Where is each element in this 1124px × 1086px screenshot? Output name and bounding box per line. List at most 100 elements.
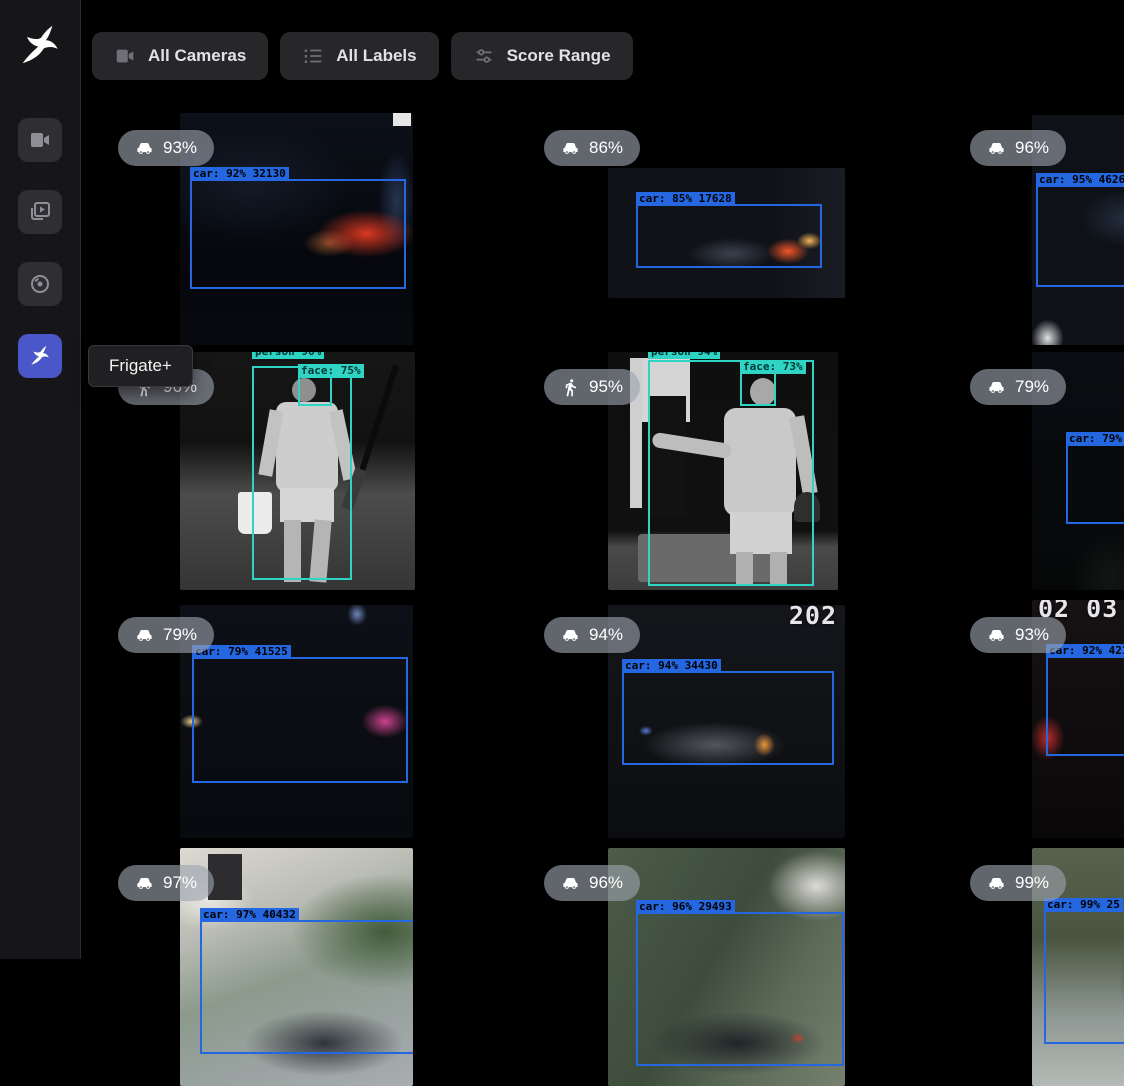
frigate-bird-icon	[28, 344, 52, 368]
score-text: 96%	[589, 873, 623, 893]
detection-cell[interactable]: car: 96% 29493 96%	[522, 848, 934, 1086]
camera-icon	[28, 128, 52, 152]
score-text: 86%	[589, 138, 623, 158]
score-text: 96%	[1015, 138, 1049, 158]
detection-cell[interactable]: car: 79% 41525 79%	[96, 600, 508, 838]
detection-thumbnail[interactable]: car: 97% 40432	[180, 848, 413, 1086]
detection-cell[interactable]: car: 85% 17628 86%	[522, 113, 934, 351]
clipped-bbox-label: person 96%	[252, 352, 324, 359]
detection-cell[interactable]: car: 92% 32130 93%	[96, 113, 508, 351]
frigate-plus-tooltip: Frigate+	[88, 345, 193, 387]
car-bounding-box: car: 92% 4218	[1046, 656, 1124, 756]
labels-list-icon	[302, 45, 324, 67]
car-icon	[135, 874, 154, 893]
detection-thumbnail[interactable]: 202 car: 94% 34430	[608, 605, 845, 838]
camera-icon	[114, 45, 136, 67]
car-icon	[987, 378, 1006, 397]
filter-toolbar: All Cameras All Labels Score Range	[92, 32, 633, 80]
sliders-icon	[473, 45, 495, 67]
all-labels-button[interactable]: All Labels	[280, 32, 438, 80]
export-disc-icon	[28, 272, 52, 296]
tooltip-text: Frigate+	[109, 356, 172, 375]
car-bounding-box: car: 97% 40432	[200, 920, 413, 1054]
score-badge: 96%	[544, 865, 640, 901]
detection-cell[interactable]: car: 99% 25 99%	[948, 848, 1124, 1086]
face-bounding-box: face: 73%	[740, 372, 776, 406]
bbox-label: car: 96% 29493	[636, 900, 735, 914]
frigate-logo	[16, 22, 64, 70]
detection-thumbnail[interactable]: car: 85% 17628	[608, 168, 845, 298]
score-range-button[interactable]: Score Range	[451, 32, 633, 80]
score-badge: 99%	[970, 865, 1066, 901]
car-bounding-box: car: 95% 46260	[1036, 185, 1124, 287]
score-text: 93%	[1015, 625, 1049, 645]
face-label: face: 73%	[740, 360, 806, 374]
car-bounding-box: car: 99% 25	[1044, 910, 1124, 1044]
all-cameras-button[interactable]: All Cameras	[92, 32, 268, 80]
score-badge: 94%	[544, 617, 640, 653]
score-text: 97%	[163, 873, 197, 893]
detection-cell[interactable]: car: 97% 40432 97%	[96, 848, 508, 1086]
detection-cell[interactable]: car: 79% 79%	[948, 352, 1124, 590]
detection-thumbnail[interactable]: car: 92% 32130	[180, 113, 413, 345]
score-text: 79%	[163, 625, 197, 645]
person-icon	[561, 378, 580, 397]
bbox-label: car: 79%	[1066, 432, 1124, 446]
bbox-label: car: 85% 17628	[636, 192, 735, 206]
bbox-label: car: 99% 25	[1044, 898, 1123, 912]
score-badge: 79%	[118, 617, 214, 653]
car-icon	[135, 626, 154, 645]
score-badge: 86%	[544, 130, 640, 166]
car-bounding-box: car: 94% 34430	[622, 671, 834, 765]
car-bounding-box: car: 92% 32130	[190, 179, 406, 289]
car-icon	[561, 874, 580, 893]
sidebar-item-review[interactable]	[18, 190, 62, 234]
all-labels-label: All Labels	[336, 46, 416, 66]
score-text: 94%	[589, 625, 623, 645]
detection-thumbnail[interactable]: person 94% face: 73%	[608, 352, 838, 590]
car-icon	[135, 139, 154, 158]
person-bounding-box	[648, 360, 814, 586]
face-label: face: 75%	[298, 364, 364, 378]
car-icon	[561, 139, 580, 158]
face-bounding-box: face: 75%	[298, 376, 332, 406]
score-badge: 95%	[544, 369, 640, 405]
score-text: 79%	[1015, 377, 1049, 397]
detection-cell[interactable]: person 94% face: 73% 95%	[522, 352, 934, 590]
sidebar-item-frigate-plus[interactable]	[18, 334, 62, 378]
car-icon	[987, 874, 1006, 893]
detection-thumbnail[interactable]: person 96% face: 75%	[180, 352, 415, 590]
car-icon	[987, 139, 1006, 158]
sidebar-item-export[interactable]	[18, 262, 62, 306]
score-badge: 93%	[970, 617, 1066, 653]
score-text: 99%	[1015, 873, 1049, 893]
bbox-label: car: 92% 32130	[190, 167, 289, 181]
sidebar	[0, 0, 81, 959]
clipped-bbox-label: person 94%	[648, 352, 720, 359]
detection-cell[interactable]: 02 03 car: 92% 4218 93%	[948, 600, 1124, 838]
osd-timestamp: 202	[789, 605, 837, 630]
car-bounding-box: car: 79%	[1066, 444, 1124, 524]
car-bounding-box: car: 79% 41525	[192, 657, 408, 783]
score-badge: 96%	[970, 130, 1066, 166]
detection-thumbnail[interactable]: car: 79% 41525	[180, 605, 413, 838]
bbox-label: car: 94% 34430	[622, 659, 721, 673]
score-text: 93%	[163, 138, 197, 158]
detection-cell[interactable]: person 96% face: 75% 96%	[96, 352, 508, 590]
detection-cell[interactable]: car: 95% 46260 96%	[948, 113, 1124, 351]
image-highlight	[393, 113, 411, 126]
score-text: 95%	[589, 377, 623, 397]
bbox-label: car: 95% 46260	[1036, 173, 1124, 187]
detection-thumbnail[interactable]: car: 96% 29493	[608, 848, 845, 1086]
car-icon	[987, 626, 1006, 645]
score-range-label: Score Range	[507, 46, 611, 66]
bbox-label: car: 97% 40432	[200, 908, 299, 922]
review-icon	[28, 200, 52, 224]
all-cameras-label: All Cameras	[148, 46, 246, 66]
car-icon	[561, 626, 580, 645]
car-bounding-box: car: 85% 17628	[636, 204, 822, 268]
sidebar-item-live[interactable]	[18, 118, 62, 162]
detection-cell[interactable]: 202 car: 94% 34430 94%	[522, 600, 934, 838]
score-badge: 93%	[118, 130, 214, 166]
score-badge: 79%	[970, 369, 1066, 405]
